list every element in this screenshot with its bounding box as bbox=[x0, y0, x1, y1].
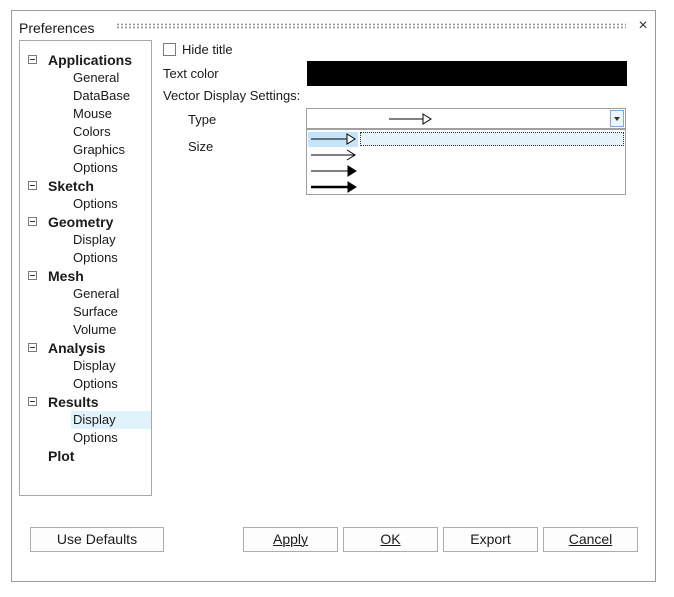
collapse-icon[interactable] bbox=[28, 397, 37, 406]
tree-item-label: Sketch bbox=[48, 178, 94, 194]
tree-item-label: Colors bbox=[73, 124, 111, 139]
tree-item-label: General bbox=[73, 286, 120, 301]
preferences-tree[interactable]: Applications General DataBase Mouse Colors Gr… bbox=[19, 40, 152, 496]
ok-label: OK bbox=[380, 531, 401, 547]
close-icon[interactable]: × bbox=[635, 17, 651, 35]
vector-type-option-open-head[interactable] bbox=[308, 148, 624, 163]
collapse-icon[interactable] bbox=[28, 271, 37, 280]
tree-item[interactable]: General bbox=[20, 285, 151, 303]
tree-item-label: Geometry bbox=[48, 214, 114, 230]
tree-item-label: Plot bbox=[48, 448, 75, 464]
tree-item-label: General bbox=[73, 70, 120, 85]
tree-item[interactable]: Display bbox=[20, 231, 151, 249]
tree-item-label: Display bbox=[73, 358, 116, 373]
use-defaults-button[interactable]: Use Defaults bbox=[30, 527, 164, 552]
tree-category[interactable]: Geometry bbox=[20, 213, 151, 231]
tree-item-label: Mouse bbox=[73, 106, 113, 121]
cancel-label: Cancel bbox=[568, 531, 613, 547]
vector-display-settings-label: Vector Display Settings: bbox=[163, 88, 301, 103]
tree-item[interactable]: Mouse bbox=[20, 105, 151, 123]
tree-item[interactable]: Options bbox=[20, 375, 151, 393]
tree-item-label: Options bbox=[73, 430, 118, 445]
thick-solid-arrow-icon bbox=[311, 181, 357, 193]
cancel-button[interactable]: Cancel bbox=[543, 527, 638, 552]
vector-type-dropdown-list[interactable] bbox=[306, 129, 626, 195]
tree-item-label: Graphics bbox=[73, 142, 126, 157]
tree-item[interactable]: Colors bbox=[20, 123, 151, 141]
apply-button[interactable]: Apply bbox=[243, 527, 338, 552]
tree-item-label: Volume bbox=[73, 322, 117, 337]
tree-item-label: Options bbox=[73, 196, 118, 211]
ok-button[interactable]: OK bbox=[343, 527, 438, 552]
tree-category[interactable]: Sketch bbox=[20, 177, 151, 195]
tree-item-label: Surface bbox=[73, 304, 118, 319]
tree-category[interactable]: Mesh bbox=[20, 267, 151, 285]
thin-solid-arrow-icon bbox=[311, 165, 357, 177]
tree-item[interactable]: Display bbox=[20, 357, 151, 375]
tree-category[interactable]: Applications bbox=[20, 51, 151, 69]
tree-item[interactable]: Options bbox=[20, 429, 151, 447]
tree-item[interactable]: Options bbox=[20, 249, 151, 267]
vector-type-option-hollow-head[interactable] bbox=[308, 132, 624, 147]
vector-type-combobox[interactable] bbox=[306, 108, 626, 129]
tree-category[interactable]: Analysis bbox=[20, 339, 151, 357]
tree-item[interactable]: Display bbox=[20, 411, 151, 429]
tree-item-label: Options bbox=[73, 250, 118, 265]
tree-item[interactable]: Options bbox=[20, 159, 151, 177]
tree-item[interactable]: Surface bbox=[20, 303, 151, 321]
tree-item-label: DataBase bbox=[73, 88, 131, 103]
chevron-down-icon[interactable] bbox=[610, 110, 624, 127]
collapse-icon[interactable] bbox=[28, 55, 37, 64]
hide-title-checkbox[interactable] bbox=[163, 43, 176, 56]
tree-item-label: Mesh bbox=[48, 268, 84, 284]
tree-item[interactable]: DataBase bbox=[20, 87, 151, 105]
size-label: Size bbox=[188, 139, 214, 154]
tree-category[interactable]: Plot bbox=[20, 447, 151, 465]
apply-label: Apply bbox=[272, 531, 309, 547]
tree-item-label: Applications bbox=[48, 52, 133, 68]
tree-item[interactable]: Options bbox=[20, 195, 151, 213]
tree-item-label: Options bbox=[73, 376, 118, 391]
drag-grip[interactable] bbox=[116, 23, 626, 29]
tree-item[interactable]: General bbox=[20, 69, 151, 87]
tree-item[interactable]: Volume bbox=[20, 321, 151, 339]
type-label: Type bbox=[188, 112, 217, 127]
collapse-icon[interactable] bbox=[28, 181, 37, 190]
collapse-icon[interactable] bbox=[28, 217, 37, 226]
text-color-label: Text color bbox=[163, 66, 219, 81]
tree-item-label: Display bbox=[73, 412, 116, 427]
tree-item-label: Analysis bbox=[48, 340, 106, 356]
hide-title-label: Hide title bbox=[182, 42, 233, 57]
tree-item[interactable]: Graphics bbox=[20, 141, 151, 159]
tree-item-label: Display bbox=[73, 232, 116, 247]
text-color-swatch[interactable] bbox=[307, 61, 627, 86]
export-button[interactable]: Export bbox=[443, 527, 538, 552]
thin-hollow-arrow-icon bbox=[311, 133, 356, 145]
dialog-title: Preferences bbox=[19, 20, 95, 36]
collapse-icon[interactable] bbox=[28, 343, 37, 352]
vector-type-option-thick-solid-head[interactable] bbox=[308, 180, 624, 195]
selected-arrow-icon bbox=[389, 113, 432, 125]
tree-item-label: Results bbox=[48, 394, 99, 410]
thin-open-arrow-icon bbox=[311, 149, 356, 161]
tree-item-label: Options bbox=[73, 160, 118, 175]
vector-type-option-solid-head[interactable] bbox=[308, 164, 624, 179]
tree-category[interactable]: Results bbox=[20, 393, 151, 411]
